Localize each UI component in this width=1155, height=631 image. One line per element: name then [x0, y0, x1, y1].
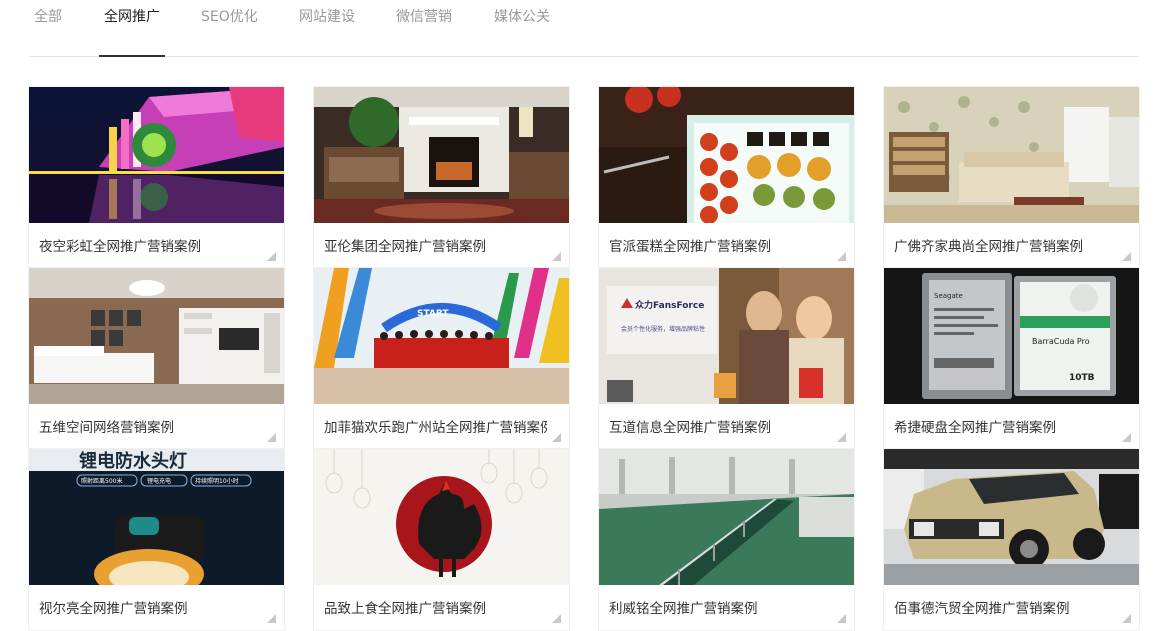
case-title: 互道信息全网推广营销案例 [609, 419, 771, 436]
case-title: 广佛齐家典尚全网推广营销案例 [894, 238, 1083, 255]
case-card[interactable]: 利威铭全网推广营销案例 [599, 449, 854, 630]
tab-media-pr[interactable]: 媒体公关 [494, 0, 550, 56]
case-card[interactable]: 广佛齐家典尚全网推广营销案例 [884, 87, 1139, 268]
hd-brand-left-text: Seagate [934, 292, 963, 300]
headlamp-headline-text: 锂电防水头灯 [79, 450, 187, 472]
corner-arrow-icon [552, 433, 561, 442]
case-card[interactable]: 亚伦集团全网推广营销案例 [314, 87, 569, 268]
fireplace-living-room-image [314, 87, 569, 223]
corner-arrow-icon [837, 433, 846, 442]
fansforce-brand-text: 众力FansForce [635, 299, 704, 311]
hard-drives-image: Seagate BarraCuda Pro 10TB [884, 268, 1139, 404]
case-thumbnail [884, 449, 1139, 585]
case-title: 利威铭全网推广营销案例 [609, 600, 758, 617]
case-title: 希捷硬盘全网推广营销案例 [894, 419, 1056, 436]
floral-living-room-image [884, 87, 1139, 223]
corner-arrow-icon [837, 252, 846, 261]
case-thumbnail: 锂电防水头灯 照射距离500米 锂电充电 持续照明10小时 [29, 449, 284, 585]
case-title: 加菲猫欢乐跑广州站全网推广营销案例 [324, 419, 547, 436]
case-card[interactable]: 五维空间网络营销案例 [29, 268, 284, 449]
tab-wechat-marketing[interactable]: 微信营销 [396, 0, 452, 56]
case-card[interactable]: 锂电防水头灯 照射距离500米 锂电充电 持续照明10小时 视尔亮全网推广营销案… [29, 449, 284, 630]
case-thumbnail: 众力FansForce 会员个性化服务，增强品牌粘性 [599, 268, 854, 404]
case-card[interactable]: Seagate BarraCuda Pro 10TB 希捷硬盘全网推广营销案例 [884, 268, 1139, 449]
case-card[interactable]: 众力FansForce 会员个性化服务，增强品牌粘性 互道信息全网推广营销案例 [599, 268, 854, 449]
rooster-papercut-image [314, 449, 569, 585]
category-tabs: 全部 全网推广 SEO优化 网站建设 微信营销 媒体公关 [29, 0, 1139, 57]
case-thumbnail: Seagate BarraCuda Pro 10TB [884, 268, 1139, 404]
case-card[interactable]: 官派蛋糕全网推广营销案例 [599, 87, 854, 268]
factory-conveyor-image [599, 449, 854, 585]
case-thumbnail [884, 87, 1139, 223]
corner-arrow-icon [267, 433, 276, 442]
case-title: 官派蛋糕全网推广营销案例 [609, 238, 771, 255]
tab-all[interactable]: 全部 [34, 0, 62, 56]
case-thumbnail [314, 449, 569, 585]
headlamp-tag-1: 照射距离500米 [81, 477, 122, 485]
case-title: 品致上食全网推广营销案例 [324, 600, 486, 617]
corner-arrow-icon [267, 614, 276, 623]
headlamp-image: 锂电防水头灯 照射距离500米 锂电充电 持续照明10小时 [29, 449, 284, 585]
corner-arrow-icon [552, 614, 561, 623]
headlamp-tag-2: 锂电充电 [147, 477, 171, 485]
case-title: 视尔亮全网推广营销案例 [39, 600, 188, 617]
case-card[interactable]: START 加菲猫欢乐跑广州站全网推广营销案例 [314, 268, 569, 449]
case-title: 五维空间网络营销案例 [39, 419, 174, 436]
case-thumbnail [29, 268, 284, 404]
tab-website-building[interactable]: 网站建设 [299, 0, 355, 56]
corner-arrow-icon [1122, 433, 1131, 442]
fun-run-crowd-image: START [314, 268, 569, 404]
start-banner-text: START [417, 309, 449, 319]
cake-box-image [599, 87, 854, 223]
case-card[interactable]: 佰事德汽贸全网推广营销案例 [884, 449, 1139, 630]
night-rainbow-building-image [29, 87, 284, 223]
corner-arrow-icon [1122, 252, 1131, 261]
headlamp-tag-3: 持续照明10小时 [195, 477, 239, 485]
tab-full-network-promotion[interactable]: 全网推广 [99, 0, 165, 57]
fansforce-tagline-text: 会员个性化服务，增强品牌粘性 [621, 325, 705, 333]
hd-model-text: BarraCuda Pro [1032, 337, 1090, 346]
tab-seo[interactable]: SEO优化 [201, 0, 258, 56]
corner-arrow-icon [1122, 614, 1131, 623]
shopping-women-image: 众力FansForce 会员个性化服务，增强品牌粘性 [599, 268, 854, 404]
case-card[interactable]: 品致上食全网推广营销案例 [314, 449, 569, 630]
corner-arrow-icon [552, 252, 561, 261]
case-thumbnail: START [314, 268, 569, 404]
corner-arrow-icon [267, 252, 276, 261]
case-card[interactable]: 夜空彩虹全网推广营销案例 [29, 87, 284, 268]
case-title: 夜空彩虹全网推广营销案例 [39, 238, 201, 255]
corner-arrow-icon [837, 614, 846, 623]
case-thumbnail [599, 87, 854, 223]
case-thumbnail [599, 449, 854, 585]
case-title: 佰事德汽贸全网推广营销案例 [894, 600, 1070, 617]
case-title: 亚伦集团全网推广营销案例 [324, 238, 486, 255]
case-thumbnail [29, 87, 284, 223]
hd-capacity-text: 10TB [1069, 373, 1095, 383]
modern-living-room-image [29, 268, 284, 404]
toyota-suv-image [884, 449, 1139, 585]
case-thumbnail [314, 87, 569, 223]
